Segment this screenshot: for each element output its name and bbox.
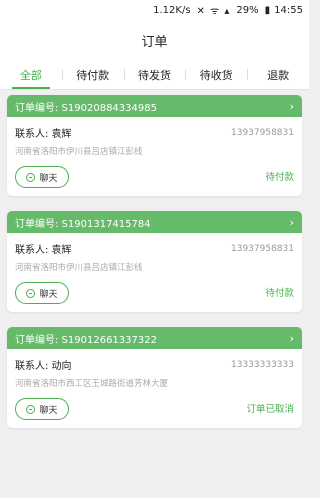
chevron-right-icon: ›: [289, 215, 294, 229]
page-title: 订单: [141, 34, 168, 50]
chat-bubble-icon: [26, 172, 36, 182]
order-header[interactable]: 订单编号: S1901317415784 ›: [7, 211, 302, 233]
order-number: 订单编号: S1901317415784: [15, 218, 151, 230]
order-card: 订单编号: S19012661337322 › 联系人: 动向 13333333…: [7, 327, 302, 428]
contact-name: 联系人: 袁辉: [15, 245, 72, 256]
tab-all[interactable]: 全部: [0, 60, 62, 89]
signal-icons: ✕ ᯤ ▴: [196, 6, 231, 17]
contact-name: 联系人: 袁辉: [15, 129, 72, 140]
order-card: 订单编号: S1901317415784 › 联系人: 袁辉 139379588…: [7, 211, 302, 312]
contact-phone: 13937958831: [231, 243, 294, 254]
network-speed: 1.12K/s: [153, 4, 191, 16]
chat-bubble-icon: [26, 404, 36, 414]
order-header[interactable]: 订单编号: S19020884334985 ›: [7, 95, 302, 117]
chat-button[interactable]: 聊天: [15, 282, 69, 304]
order-tabs: 全部 待付款 待发货 待收货 退款: [0, 60, 309, 90]
order-status: 待付款: [265, 288, 294, 299]
order-card: 订单编号: S19020884334985 › 联系人: 袁辉 13937958…: [7, 95, 302, 196]
delivery-address: 河南省洛阳市伊川县吕店镇江彭线: [15, 263, 143, 273]
battery-percent: 29%: [236, 4, 259, 16]
chat-bubble-icon: [26, 288, 36, 298]
order-header[interactable]: 订单编号: S19012661337322 ›: [7, 327, 302, 349]
order-body: 联系人: 袁辉 13937958831 河南省洛阳市伊川县吕店镇江彭线 聊天 待…: [7, 233, 302, 312]
order-body: 联系人: 动向 13333333333 河南省洛阳市西工区王城路街道芳林大厦 聊…: [7, 349, 302, 428]
tab-refund[interactable]: 退款: [247, 60, 309, 89]
clock: 14:55: [274, 4, 303, 16]
status-bar: 1.12K/s ✕ ᯤ ▴ 29% ▮ 14:55: [0, 0, 309, 20]
chat-label: 聊天: [39, 405, 58, 416]
chat-button[interactable]: 聊天: [15, 166, 69, 188]
order-list: 订单编号: S19020884334985 › 联系人: 袁辉 13937958…: [0, 90, 309, 428]
tab-pending-shipment[interactable]: 待发货: [123, 60, 186, 89]
chat-label: 聊天: [39, 173, 58, 184]
order-number: 订单编号: S19012661337322: [15, 334, 157, 346]
order-number: 订单编号: S19020884334985: [15, 102, 157, 114]
page-title-bar: 订单: [0, 20, 309, 60]
order-status: 待付款: [265, 172, 294, 183]
contact-phone: 13937958831: [231, 127, 294, 138]
delivery-address: 河南省洛阳市西工区王城路街道芳林大厦: [15, 379, 169, 389]
order-body: 联系人: 袁辉 13937958831 河南省洛阳市伊川县吕店镇江彭线 聊天 待…: [7, 117, 302, 196]
battery-icon: ▮: [264, 4, 271, 16]
tab-pending-payment[interactable]: 待付款: [61, 60, 124, 89]
chevron-right-icon: ›: [289, 99, 294, 113]
chat-label: 聊天: [39, 289, 58, 300]
contact-name: 联系人: 动向: [15, 361, 72, 372]
contact-phone: 13333333333: [231, 359, 294, 370]
delivery-address: 河南省洛阳市伊川县吕店镇江彭线: [15, 147, 143, 157]
order-status: 订单已取消: [246, 404, 294, 415]
tab-pending-receipt[interactable]: 待收货: [185, 60, 247, 89]
chat-button[interactable]: 聊天: [15, 398, 69, 420]
chevron-right-icon: ›: [289, 331, 294, 345]
